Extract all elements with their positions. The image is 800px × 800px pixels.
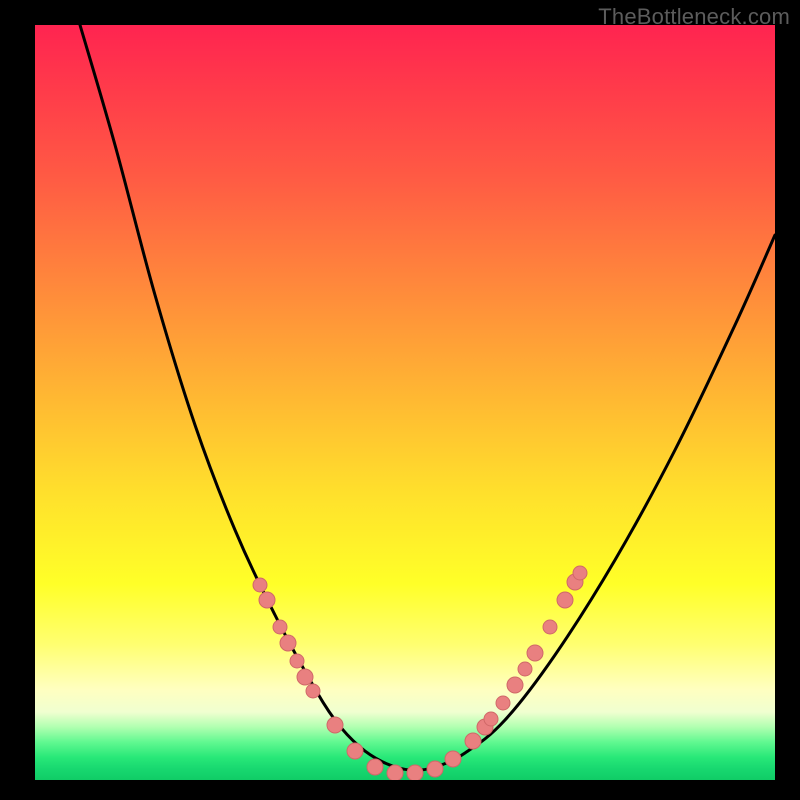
data-marker <box>477 719 493 735</box>
data-marker <box>387 765 403 780</box>
data-marker <box>496 696 510 710</box>
data-marker <box>253 578 267 592</box>
data-marker <box>543 620 557 634</box>
data-marker <box>273 620 287 634</box>
data-marker <box>407 765 423 780</box>
data-marker <box>507 677 523 693</box>
marker-layer <box>253 566 587 780</box>
curve-layer <box>80 25 775 770</box>
data-marker <box>557 592 573 608</box>
chart-svg <box>35 25 775 780</box>
data-marker <box>259 592 275 608</box>
data-marker <box>518 662 532 676</box>
data-marker <box>573 566 587 580</box>
chart-frame: TheBottleneck.com <box>0 0 800 800</box>
data-marker <box>527 645 543 661</box>
data-marker <box>280 635 296 651</box>
data-marker <box>297 669 313 685</box>
data-marker <box>484 712 498 726</box>
data-marker <box>306 684 320 698</box>
data-marker <box>445 751 461 767</box>
data-marker <box>347 743 363 759</box>
data-marker <box>567 574 583 590</box>
chart-plot-area <box>35 25 775 780</box>
bottleneck-curve <box>80 25 775 770</box>
data-marker <box>290 654 304 668</box>
data-marker <box>367 759 383 775</box>
data-marker <box>327 717 343 733</box>
data-marker <box>427 761 443 777</box>
watermark-label: TheBottleneck.com <box>598 4 790 30</box>
data-marker <box>465 733 481 749</box>
